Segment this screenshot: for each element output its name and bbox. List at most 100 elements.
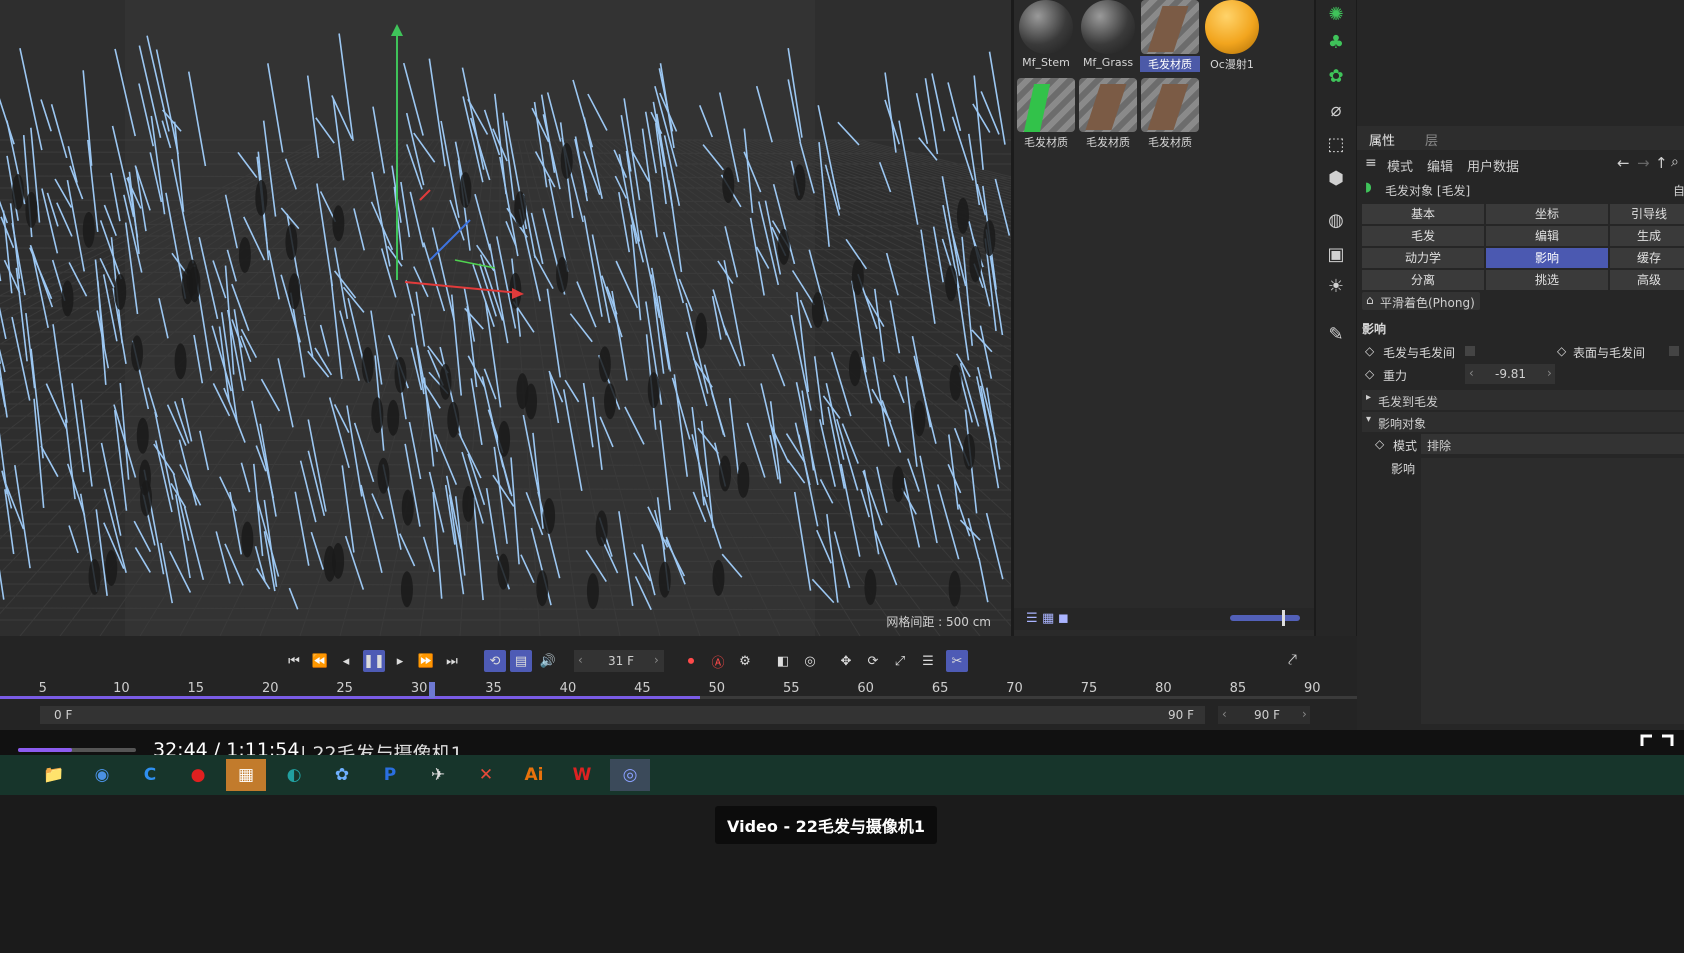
attr-tab[interactable]: 生成	[1610, 226, 1684, 246]
app-icon[interactable]: ▦	[226, 759, 266, 791]
diamond-icon[interactable]: ◇	[1365, 367, 1374, 381]
cloud-icon[interactable]: ✿	[322, 759, 362, 791]
autokey-icon[interactable]: Ⓐ	[707, 650, 729, 672]
tangent-icon[interactable]: ◎	[799, 650, 821, 672]
keyframe-icon[interactable]: ⚙	[734, 650, 756, 672]
gear-icon[interactable]: ✿	[1322, 62, 1350, 90]
auto-label[interactable]: 自	[1673, 182, 1684, 199]
attr-tab[interactable]: 挑选	[1486, 270, 1608, 290]
feishu-icon[interactable]: ✈	[418, 759, 458, 791]
diamond-icon[interactable]: ◇	[1365, 344, 1374, 358]
material-item[interactable]: Oc漫射1	[1202, 0, 1262, 72]
material-item[interactable]: Mf_Stem	[1016, 0, 1076, 69]
camera-icon[interactable]: ▣	[1322, 240, 1350, 268]
grid-view-icon[interactable]: ▦	[1042, 611, 1054, 626]
material-item[interactable]: Mf_Grass	[1078, 0, 1138, 69]
attr-tab[interactable]: 缓存	[1610, 248, 1684, 268]
gravity-field[interactable]: ‹ -9.81 ›	[1465, 364, 1555, 384]
decrement-icon[interactable]: ‹	[1222, 707, 1227, 721]
file-explorer-icon[interactable]: 📁	[34, 759, 74, 791]
sound-icon[interactable]: 🔊	[537, 650, 559, 672]
3d-viewport[interactable]: 网格间距 : 500 cm	[0, 0, 1011, 636]
list-view-icon[interactable]: ☰	[1026, 611, 1038, 626]
material-item[interactable]: 毛发材质	[1140, 78, 1200, 150]
scale-key-icon[interactable]: ⤢	[889, 650, 911, 672]
slider-handle[interactable]	[1282, 610, 1285, 626]
attr-tab[interactable]: 分离	[1362, 270, 1484, 290]
bulb-icon[interactable]: ☀	[1322, 272, 1350, 300]
spline-icon[interactable]: ⬚	[1322, 130, 1350, 158]
attr-tab[interactable]: 编辑	[1486, 226, 1608, 246]
edge-c-icon[interactable]: C	[130, 759, 170, 791]
wps-icon[interactable]: W	[562, 759, 602, 791]
light-icon[interactable]: ✺	[1322, 0, 1350, 28]
surface-to-hair-checkbox[interactable]	[1669, 346, 1679, 356]
forward-arrow-icon[interactable]: →	[1637, 154, 1650, 172]
illustrator-icon[interactable]: Ai	[514, 759, 554, 791]
mode-dropdown[interactable]: 排除	[1421, 434, 1684, 454]
rotate-key-icon[interactable]: ⟳	[862, 650, 884, 672]
record-icon[interactable]: ●	[178, 759, 218, 791]
attr-tab[interactable]: 坐标	[1486, 204, 1608, 224]
decrement-icon[interactable]: ‹	[578, 653, 583, 667]
up-arrow-icon[interactable]: ↑	[1655, 154, 1668, 172]
hair-to-hair-checkbox[interactable]	[1465, 346, 1475, 356]
prev-key-icon[interactable]: ⏪	[309, 650, 331, 672]
range-slider[interactable]: 0 F 90 F	[40, 706, 1205, 724]
edit-icon[interactable]: ✎	[1322, 320, 1350, 348]
smooth-shading-button[interactable]: ⌂ 平滑着色(Phong)	[1362, 292, 1480, 310]
diamond-icon[interactable]: ◇	[1557, 344, 1566, 358]
increment-icon[interactable]: ›	[1302, 707, 1307, 721]
attr-tab[interactable]: 动力学	[1362, 248, 1484, 268]
effector-icon[interactable]: ⬢	[1322, 164, 1350, 192]
thumbnail-size-slider[interactable]	[1230, 615, 1300, 621]
record-icon[interactable]: ⏺	[680, 650, 702, 672]
increment-icon[interactable]: ›	[1547, 366, 1552, 380]
diamond-icon[interactable]: ◇	[1375, 437, 1384, 451]
frame-field[interactable]: ‹ 31 F ›	[574, 650, 664, 672]
step-back-icon[interactable]: ◂	[335, 650, 357, 672]
search-icon[interactable]: ⌕	[1671, 154, 1679, 170]
p-app-icon[interactable]: P	[370, 759, 410, 791]
skip-start-icon[interactable]: ⏮	[283, 650, 305, 672]
snap-icon[interactable]: ✂	[946, 650, 968, 672]
attr-tab[interactable]: 引导线	[1610, 204, 1684, 224]
move-key-icon[interactable]: ✥	[835, 650, 857, 672]
tab-attributes[interactable]: 属性	[1369, 130, 1395, 149]
loop-icon[interactable]: ⟲	[484, 650, 506, 672]
attr-tab[interactable]: 基本	[1362, 204, 1484, 224]
volume-track[interactable]	[18, 748, 136, 752]
c4d-icon[interactable]: ◎	[610, 759, 650, 791]
hamburger-icon[interactable]: ≡	[1365, 155, 1377, 171]
increment-icon[interactable]: ›	[654, 653, 659, 667]
attr-tab[interactable]: 高级	[1610, 270, 1684, 290]
globe-icon[interactable]: ◍	[1322, 206, 1350, 234]
material-item[interactable]: 毛发材质	[1016, 78, 1076, 150]
attr-tab[interactable]: 影响	[1486, 248, 1608, 268]
next-key-icon[interactable]: ⏩	[415, 650, 437, 672]
decrement-icon[interactable]: ‹	[1469, 366, 1474, 380]
edge-icon[interactable]: ◐	[274, 759, 314, 791]
back-arrow-icon[interactable]: ←	[1617, 154, 1630, 172]
pause-icon[interactable]: ❚❚	[363, 650, 385, 672]
chrome-icon[interactable]: ◉	[82, 759, 122, 791]
play-icon[interactable]: ▸	[389, 650, 411, 672]
deformer-icon[interactable]: ⌀	[1322, 96, 1350, 124]
menu-mode[interactable]: 模式	[1387, 156, 1413, 175]
cloner-icon[interactable]: ♣	[1322, 28, 1350, 56]
param-icon[interactable]: ☰	[917, 650, 939, 672]
menu-user-data[interactable]: 用户数据	[1467, 156, 1519, 175]
material-item[interactable]: 毛发材质	[1078, 78, 1138, 150]
max-frame-field[interactable]: ‹ 90 F ›	[1218, 706, 1310, 724]
playhead[interactable]	[428, 682, 435, 698]
graph-icon[interactable]: ⤤	[1288, 650, 1310, 672]
skip-end-icon[interactable]: ⏭	[441, 650, 463, 672]
preview-icon[interactable]: ▤	[510, 650, 532, 672]
attr-tab[interactable]: 毛发	[1362, 226, 1484, 246]
influence-list[interactable]	[1421, 458, 1684, 724]
material-item[interactable]: 毛发材质	[1140, 0, 1200, 72]
tab-layers[interactable]: 层	[1425, 130, 1438, 149]
motion-icon[interactable]: ◧	[772, 650, 794, 672]
hair-to-hair-group[interactable]: ▸ 毛发到毛发	[1362, 390, 1684, 410]
menu-edit[interactable]: 编辑	[1427, 156, 1453, 175]
